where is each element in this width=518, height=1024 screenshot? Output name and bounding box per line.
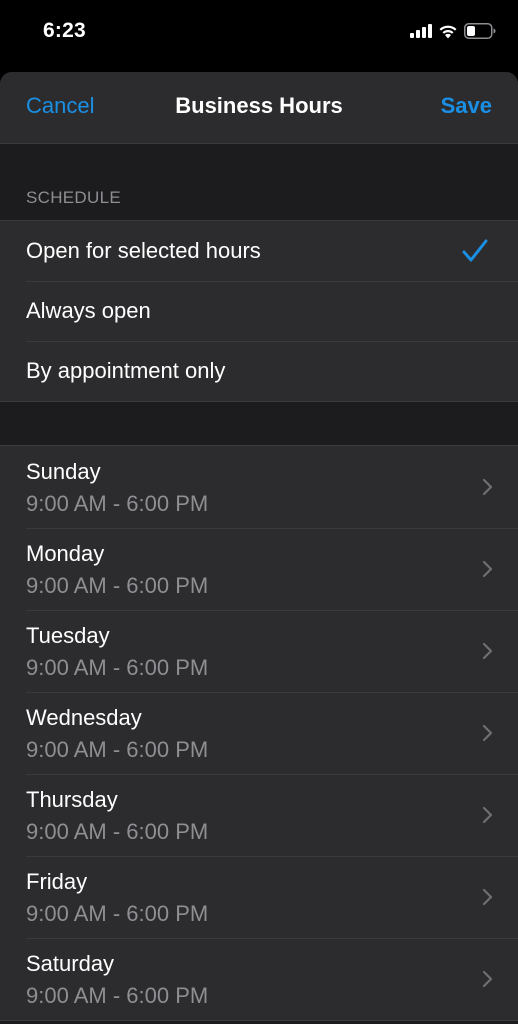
option-open-for-selected-hours[interactable]: Open for selected hours <box>0 221 518 281</box>
day-row-wednesday[interactable]: Wednesday 9:00 AM - 6:00 PM <box>0 692 518 774</box>
day-row-tuesday[interactable]: Tuesday 9:00 AM - 6:00 PM <box>0 610 518 692</box>
day-name: Sunday <box>26 459 101 484</box>
day-name: Tuesday <box>26 623 110 648</box>
chevron-right-icon <box>482 724 493 742</box>
cellular-signal-icon <box>410 24 432 38</box>
chevron-right-icon <box>482 970 493 988</box>
chevron-right-icon <box>482 560 493 578</box>
option-always-open[interactable]: Always open <box>0 281 518 341</box>
status-icons <box>410 21 496 41</box>
day-row-monday[interactable]: Monday 9:00 AM - 6:00 PM <box>0 528 518 610</box>
option-label: Always open <box>26 298 151 323</box>
schedule-options-group: Open for selected hours Always open By a… <box>0 220 518 402</box>
day-hours: 9:00 AM - 6:00 PM <box>26 655 209 680</box>
chevron-right-icon <box>482 478 493 496</box>
day-name: Friday <box>26 869 88 894</box>
day-name: Monday <box>26 541 105 566</box>
schedule-header-label: SCHEDULE <box>26 188 121 207</box>
day-hours: 9:00 AM - 6:00 PM <box>26 737 209 762</box>
day-hours: 9:00 AM - 6:00 PM <box>26 983 209 1008</box>
chevron-right-icon <box>482 888 493 906</box>
wifi-icon <box>439 25 457 38</box>
option-by-appointment-only[interactable]: By appointment only <box>0 341 518 401</box>
day-name: Thursday <box>26 787 118 812</box>
day-row-friday[interactable]: Friday 9:00 AM - 6:00 PM <box>0 856 518 938</box>
navigation-bar: Cancel Business Hours Save <box>0 72 518 144</box>
day-hours: 9:00 AM - 6:00 PM <box>26 491 209 516</box>
schedule-section-header: SCHEDULE <box>0 144 518 220</box>
business-hours-sheet: Cancel Business Hours Save SCHEDULE Open… <box>0 72 518 1024</box>
option-label: Open for selected hours <box>26 238 261 263</box>
day-hours: 9:00 AM - 6:00 PM <box>26 819 209 844</box>
chevron-right-icon <box>482 642 493 660</box>
battery-icon <box>464 23 496 39</box>
status-time: 6:23 <box>43 19 86 42</box>
screen: 6:23 Cancel Business Hours Save SCHEDULE… <box>0 0 518 1024</box>
day-hours: 9:00 AM - 6:00 PM <box>26 901 209 926</box>
status-bar: 6:23 <box>0 0 518 62</box>
chevron-right-icon <box>482 806 493 824</box>
day-row-thursday[interactable]: Thursday 9:00 AM - 6:00 PM <box>0 774 518 856</box>
days-group: Sunday 9:00 AM - 6:00 PM Monday 9:00 AM … <box>0 445 518 1021</box>
day-hours: 9:00 AM - 6:00 PM <box>26 573 209 598</box>
option-label: By appointment only <box>26 358 226 383</box>
day-row-sunday[interactable]: Sunday 9:00 AM - 6:00 PM <box>0 446 518 528</box>
day-name: Wednesday <box>26 705 142 730</box>
day-name: Saturday <box>26 951 115 976</box>
save-button[interactable]: Save <box>441 93 492 119</box>
checkmark-icon <box>462 239 488 262</box>
day-row-saturday[interactable]: Saturday 9:00 AM - 6:00 PM <box>0 938 518 1020</box>
